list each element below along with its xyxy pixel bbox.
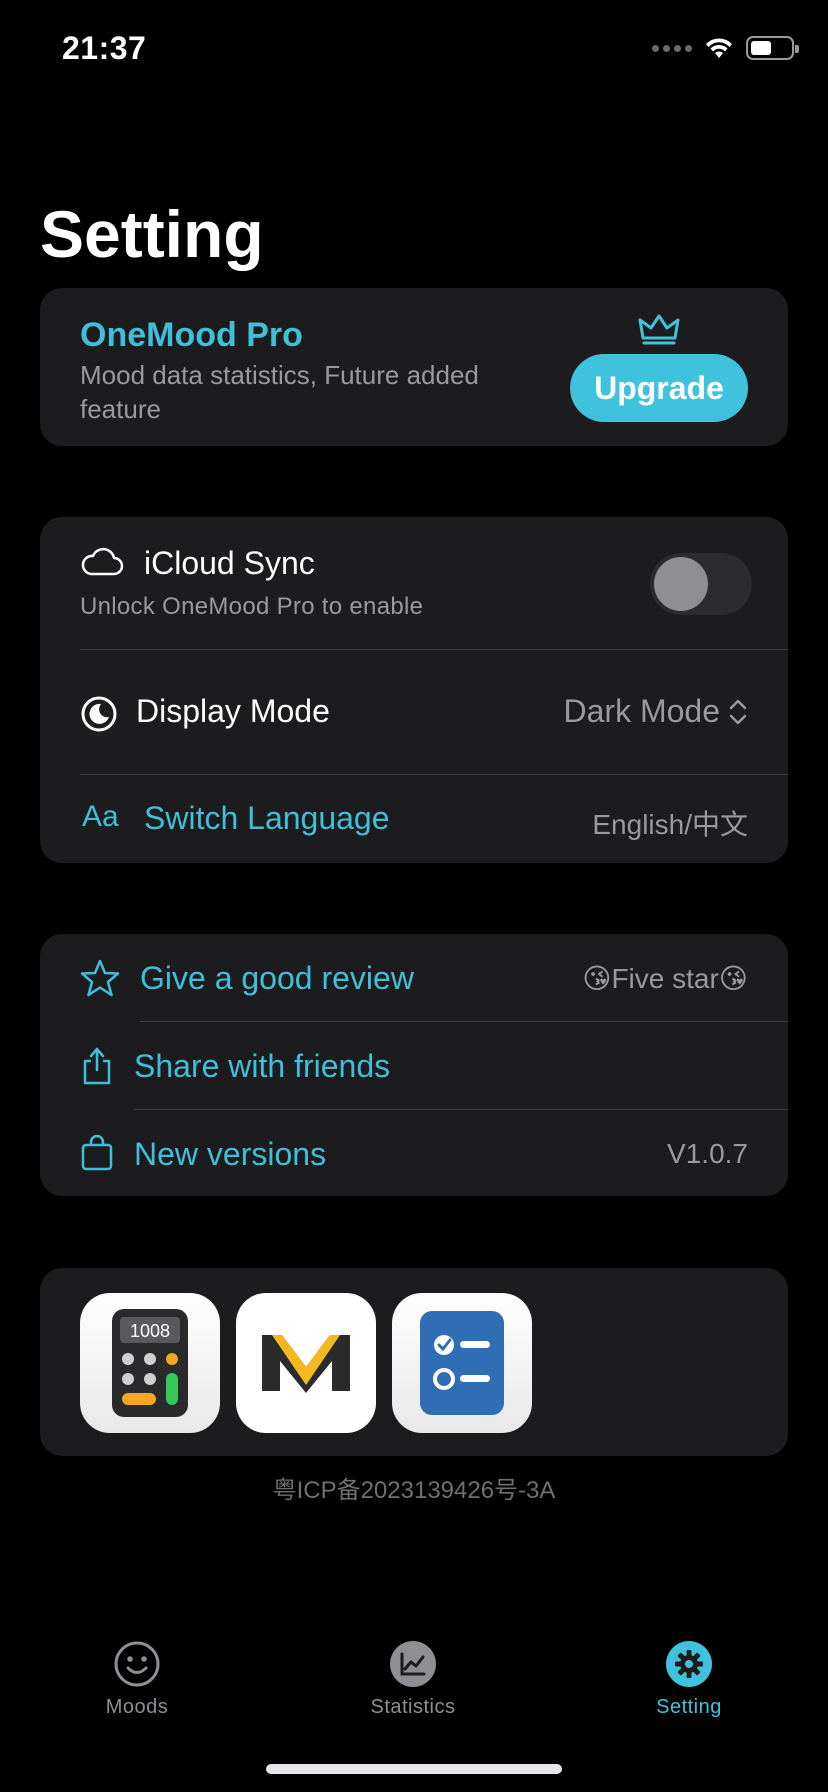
version-value: V1.0.7 [667,1138,748,1169]
tab-statistics-label: Statistics [370,1696,456,1718]
display-mode-label: Display Mode [136,693,330,729]
chart-icon [390,1641,436,1687]
share-label: Share with friends [134,1048,391,1084]
display-mode-value: Dark Mode [563,693,721,729]
checklist-app-icon[interactable] [392,1293,532,1433]
review-label: Give a good review [140,960,414,996]
wifi-icon [706,38,732,58]
tab-statistics[interactable]: Statistics [333,1640,493,1719]
switch-language-label: Switch Language [144,800,390,836]
pro-card: OneMood Pro Mood data statistics, Future… [40,288,788,446]
display-mode-select[interactable]: Dark Mode [564,693,749,730]
status-time: 21:37 [62,30,147,66]
status-bar: 21:37 [0,0,828,100]
tab-setting[interactable]: Setting [609,1640,769,1719]
gear-icon [666,1641,712,1687]
smiley-icon [114,1641,160,1687]
shopping-bag-icon [81,1134,113,1171]
pro-title: OneMood Pro [80,316,303,354]
icloud-sync-subtitle: Unlock OneMood Pro to enable [80,593,424,620]
apps-card: 1008 [40,1268,788,1456]
calculator-display: 1008 [130,1321,170,1341]
tab-setting-label: Setting [656,1696,722,1718]
battery-icon [746,36,799,60]
calculator-app-icon[interactable]: 1008 [80,1293,220,1433]
crown-icon [638,314,680,345]
icloud-sync-label: iCloud Sync [144,545,315,581]
upgrade-button[interactable]: Upgrade [570,354,748,422]
icloud-sync-toggle[interactable] [650,553,752,615]
home-indicator[interactable] [266,1764,562,1774]
language-icon: Aa [82,800,119,833]
new-versions-label: New versions [134,1136,327,1172]
feedback-card: Give a good review 😘Five star😘 Share wit… [40,934,788,1196]
toggle-knob [654,557,708,611]
settings-card: iCloud Sync Unlock OneMood Pro to enable… [40,517,788,863]
tab-moods[interactable]: Moods [57,1640,217,1719]
share-icon [83,1047,111,1085]
page-title: Setting [40,197,264,271]
setting-screen: 21:37 Setting OneMood Pro Mood data stat… [0,0,828,1792]
icloud-sync-row: iCloud Sync Unlock OneMood Pro to enable [40,517,788,649]
chevron-up-down-icon [729,699,747,724]
pro-description: Mood data statistics, Future added featu… [80,360,479,424]
tab-moods-label: Moods [105,1696,169,1718]
cloud-icon [81,547,124,576]
review-value: 😘Five star😘 [582,963,748,994]
moon-icon [81,696,117,732]
language-value: English/中文 [592,809,748,840]
m-letter-app-icon[interactable] [236,1293,376,1433]
status-icons [652,36,799,60]
icp-footer: 粤ICP备2023139426号-3A [272,1477,556,1504]
signal-icon [652,44,692,52]
star-icon [80,959,120,997]
